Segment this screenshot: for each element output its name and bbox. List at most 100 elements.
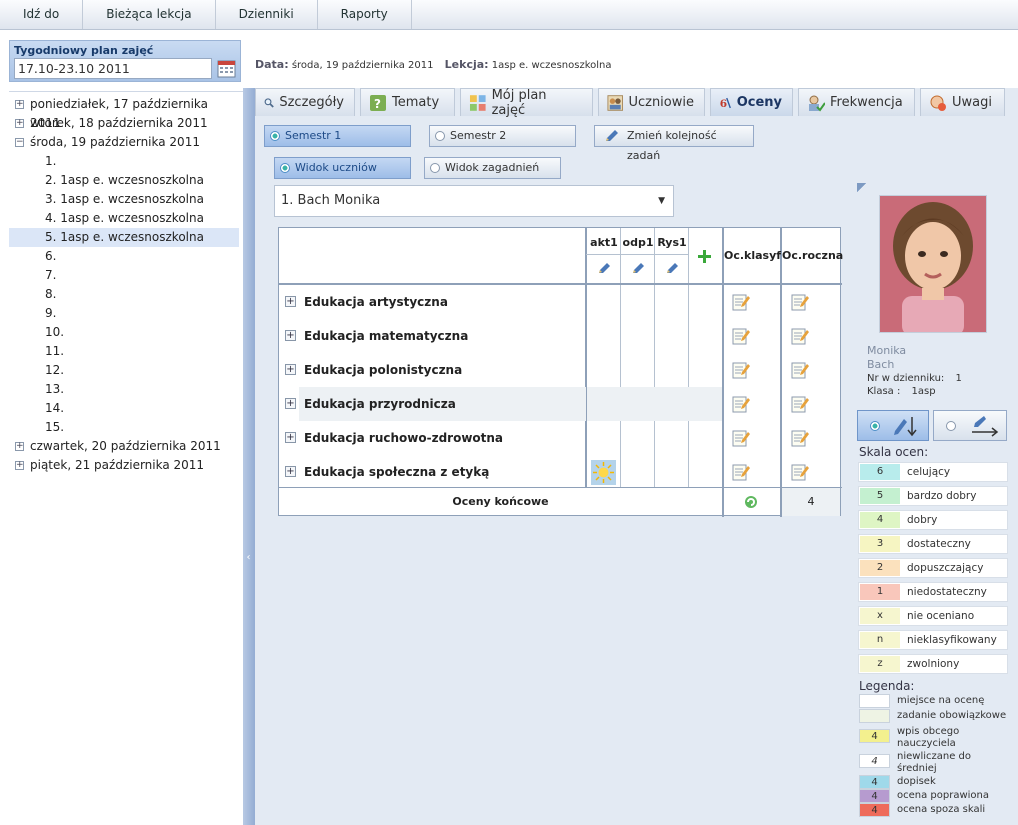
view-students-button[interactable]: Widok uczniów [274, 157, 411, 179]
expand-subject-icon[interactable]: + [285, 364, 296, 375]
week-range-input[interactable]: 17.10-23.10 2011 [14, 58, 212, 79]
edit-year-grade-icon[interactable] [791, 293, 809, 311]
edit-class-grade-icon[interactable] [732, 327, 750, 345]
expand-subject-icon[interactable]: + [285, 296, 296, 307]
edit-year-grade-icon[interactable] [791, 395, 809, 413]
reorder-tasks-button[interactable]: Zmień kolejność zadań [594, 125, 754, 162]
menu-reports[interactable]: Raporty [318, 0, 412, 29]
edit-class-grade-icon[interactable] [732, 429, 750, 447]
semester-1-button[interactable]: Semestr 1 [264, 125, 411, 147]
tree-item[interactable]: 8. [9, 285, 239, 304]
tree-item[interactable]: 6. [9, 247, 239, 266]
tree-item[interactable]: 15. [9, 418, 239, 437]
final-year-grade[interactable]: 4 [782, 488, 840, 516]
edit-class-grade-icon[interactable] [732, 395, 750, 413]
tree-item[interactable]: 3. 1asp e. wczesnoszkolna [9, 190, 239, 209]
add-column-icon[interactable] [698, 250, 711, 263]
scale-item[interactable]: x nie oceniano [858, 606, 1008, 626]
mode-single-grade-button[interactable] [857, 410, 929, 441]
scale-item[interactable]: 2 dopuszczający [858, 558, 1008, 578]
tree-item[interactable]: 13. [9, 380, 239, 399]
expand-icon[interactable]: + [15, 100, 24, 109]
tree-item[interactable]: 11. [9, 342, 239, 361]
tree-item[interactable]: 1. [9, 152, 239, 171]
edit-year-grade-icon[interactable] [791, 361, 809, 379]
tab-bar: Szczegóły ? Tematy Mój plan zajęć Ucznio… [255, 88, 1018, 118]
expand-subject-icon[interactable]: + [285, 466, 296, 477]
collapse-arrow-icon[interactable]: ‹ [245, 543, 252, 573]
edit-class-grade-icon[interactable] [732, 361, 750, 379]
subject-row[interactable]: + Edukacja polonistyczna [279, 353, 586, 387]
activity-sun-icon[interactable] [591, 460, 616, 485]
refresh-icon[interactable] [744, 495, 758, 509]
tab-my-plan[interactable]: Mój plan zajęć [460, 88, 593, 118]
tree-item[interactable]: 4. 1asp e. wczesnoszkolna [9, 209, 239, 228]
column-header-rys1[interactable]: Rys1 [655, 236, 689, 249]
scale-item[interactable]: 5 bardzo dobry [858, 486, 1008, 506]
scale-code: x [860, 608, 900, 624]
scale-item[interactable]: 3 dostateczny [858, 534, 1008, 554]
tab-students[interactable]: Uczniowie [598, 88, 705, 116]
scale-item[interactable]: 4 dobry [858, 510, 1008, 530]
subject-row[interactable]: + Edukacja ruchowo-zdrowotna [279, 421, 586, 455]
tree-item[interactable]: + piątek, 21 października 2011 [9, 456, 239, 475]
tab-grades[interactable]: 6 Oceny [710, 88, 793, 116]
edit-class-grade-icon[interactable] [732, 463, 750, 481]
menu-journals[interactable]: Dzienniki [216, 0, 318, 29]
panel-splitter[interactable]: ‹ [243, 88, 255, 825]
tree-item[interactable]: 10. [9, 323, 239, 342]
tree-item[interactable]: 12. [9, 361, 239, 380]
scale-label: dopuszczający [907, 562, 984, 574]
tab-topics[interactable]: ? Tematy [360, 88, 455, 116]
edit-year-grade-icon[interactable] [791, 463, 809, 481]
edit-column-akt1-icon[interactable] [597, 262, 611, 274]
edit-column-odp1-icon[interactable] [631, 262, 645, 274]
expand-subject-icon[interactable]: + [285, 398, 296, 409]
column-header-odp1[interactable]: odp1 [621, 236, 655, 249]
tab-remarks[interactable]: Uwagi [920, 88, 1005, 116]
tree-item[interactable]: + czwartek, 20 października 2011 [9, 437, 239, 456]
subject-row[interactable]: + Edukacja przyrodnicza [285, 387, 586, 421]
expand-icon[interactable]: + [15, 119, 24, 128]
scale-item[interactable]: z zwolniony [858, 654, 1008, 674]
calendar-icon[interactable] [217, 59, 236, 78]
tab-details[interactable]: Szczegóły [255, 88, 355, 116]
expand-icon[interactable]: + [15, 442, 24, 451]
scale-label: dobry [907, 514, 938, 526]
semester-2-button[interactable]: Semestr 2 [429, 125, 576, 147]
subject-row[interactable]: + Edukacja społeczna z etyką [279, 455, 586, 489]
tree-item[interactable]: 9. [9, 304, 239, 323]
expand-icon[interactable]: + [15, 461, 24, 470]
edit-class-grade-icon[interactable] [732, 293, 750, 311]
tree-item[interactable]: 5. 1asp e. wczesnoszkolna [9, 228, 239, 247]
tab-attendance[interactable]: Frekwencja [798, 88, 915, 116]
scale-item[interactable]: n nieklasyfikowany [858, 630, 1008, 650]
subject-row[interactable]: + Edukacja matematyczna [279, 319, 586, 353]
mode-row-grade-button[interactable] [933, 410, 1007, 441]
scale-item[interactable]: 1 niedostateczny [858, 582, 1008, 602]
scale-label: bardzo dobry [907, 490, 977, 502]
tree-item[interactable]: + poniedziałek, 17 października 2011 [9, 95, 239, 130]
subject-row[interactable]: + Edukacja artystyczna [279, 285, 586, 319]
expand-subject-icon[interactable]: + [285, 432, 296, 443]
radio-selected-icon [280, 163, 290, 173]
column-header-akt1[interactable]: akt1 [587, 236, 621, 249]
student-select[interactable]: 1. Bach Monika ▼ [274, 185, 674, 217]
tree-item-label: 3. 1asp e. wczesnoszkolna [45, 192, 204, 206]
edit-column-rys1-icon[interactable] [665, 262, 679, 274]
collapse-icon[interactable]: − [15, 138, 24, 147]
menu-current-lesson[interactable]: Bieżąca lekcja [83, 0, 216, 29]
tree-item[interactable]: − środa, 19 października 2011 [9, 133, 239, 152]
scale-item[interactable]: 6 celujący [858, 462, 1008, 482]
edit-year-grade-icon[interactable] [791, 429, 809, 447]
expand-subject-icon[interactable]: + [285, 330, 296, 341]
tree-item[interactable]: 14. [9, 399, 239, 418]
edit-year-grade-icon[interactable] [791, 327, 809, 345]
tree-item[interactable]: + wtorek, 18 października 2011 [9, 114, 239, 133]
tree-item[interactable]: 7. [9, 266, 239, 285]
tree-item[interactable]: 2. 1asp e. wczesnoszkolna [9, 171, 239, 190]
view-topics-button[interactable]: Widok zagadnień [424, 157, 561, 179]
scale-label: celujący [907, 466, 951, 478]
top-menu: Idź do Bieżąca lekcja Dzienniki Raporty [0, 0, 1018, 30]
menu-goto[interactable]: Idź do [0, 0, 84, 29]
